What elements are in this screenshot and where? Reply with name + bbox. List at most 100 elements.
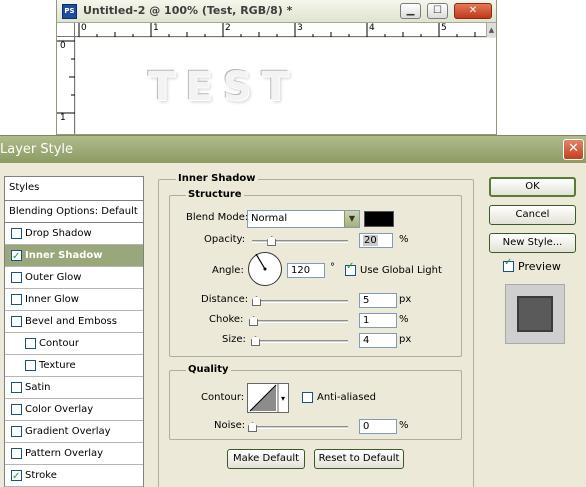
noise-label: Noise: [214,420,246,431]
quality-group [169,370,462,440]
style-item-checkbox[interactable] [11,316,22,327]
style-item-pattern-overlay[interactable]: Pattern Overlay [5,443,143,465]
style-item-checkbox[interactable] [11,294,22,305]
opacity-input[interactable]: 20 [359,233,393,248]
ok-button[interactable]: OK [489,177,576,197]
style-item-contour[interactable]: Contour [5,333,143,355]
document-titlebar[interactable]: PS Untitled-2 @ 100% (Test, RGB/8) * ▁ ☐… [57,0,496,23]
structure-title: Structure [186,189,244,200]
anti-aliased-label[interactable]: Anti-aliased [317,392,376,403]
size-slider[interactable] [252,340,348,343]
style-item-label: Pattern Overlay [25,448,104,459]
style-item-label: Outer Glow [25,272,82,283]
use-global-light-label[interactable]: Use Global Light [360,265,442,276]
cancel-button[interactable]: Cancel [489,205,576,225]
dialog-close-button[interactable]: ✕ [563,139,584,160]
chevron-down-icon: ▼ [344,211,359,227]
make-default-button[interactable]: Make Default [227,449,305,469]
style-item-drop-shadow[interactable]: Drop Shadow [5,223,143,245]
distance-slider[interactable] [252,300,348,303]
anti-aliased-checkbox[interactable] [302,392,313,403]
dialog-titlebar[interactable]: Layer Style ✕ [0,136,586,163]
opacity-unit: % [399,234,409,245]
style-preview-swatch [517,296,553,332]
style-item-inner-glow[interactable]: Inner Glow [5,289,143,311]
ruler-tick-label: 1 [60,113,66,123]
noise-slider[interactable] [252,426,348,429]
distance-unit: px [399,294,412,305]
style-item-label: Gradient Overlay [25,426,111,437]
size-unit: px [399,334,412,345]
style-item-checkbox[interactable] [11,382,22,393]
choke-unit: % [399,314,409,325]
style-item-checkbox[interactable] [11,466,22,487]
angle-unit: ° [330,262,335,273]
use-global-light-checkbox[interactable] [345,261,356,276]
horizontal-ruler[interactable]: 0 1 2 3 4 5 [75,23,486,37]
contour-curve-icon: ▾ [249,384,285,412]
styles-header[interactable]: Styles [5,177,143,201]
choke-label: Choke: [209,314,244,325]
style-item-label: Stroke [25,470,57,481]
ruler-tick-label: 0 [60,41,66,51]
style-preview [505,284,565,344]
style-item-color-overlay[interactable]: Color Overlay [5,399,143,421]
canvas-text-layer: TEST [148,64,299,110]
style-item-inner-shadow[interactable]: Inner Shadow [5,245,143,267]
shadow-color-swatch[interactable] [364,211,394,227]
style-item-stroke[interactable]: Stroke [5,465,143,487]
contour-label: Contour: [201,392,245,403]
distance-label: Distance: [201,294,249,305]
distance-input[interactable]: 5 [359,293,397,308]
styles-list: Styles Blending Options: Default Drop Sh… [4,176,144,487]
style-item-checkbox[interactable] [11,448,22,459]
ruler-origin[interactable] [57,23,75,37]
choke-slider[interactable] [252,320,348,323]
blend-mode-value: Normal [251,213,288,224]
style-item-checkbox[interactable] [25,360,36,371]
style-item-checkbox[interactable] [11,246,22,267]
minimize-button[interactable]: ▁ [400,3,421,19]
opacity-label: Opacity: [204,234,246,245]
style-item-checkbox[interactable] [11,272,22,283]
vertical-ruler[interactable]: 0 1 [57,37,75,134]
preview-checkbox[interactable] [503,257,514,272]
style-item-checkbox[interactable] [11,228,22,239]
scroll-up-arrow-icon[interactable]: ▲ [486,23,496,37]
reset-to-default-button[interactable]: Reset to Default [314,449,404,469]
style-item-texture[interactable]: Texture [5,355,143,377]
ruler-tick-label: 5 [441,23,447,33]
ruler-ticks-horizontal [78,23,476,37]
style-item-checkbox[interactable] [25,338,36,349]
preview-label[interactable]: Preview [518,260,561,273]
style-item-label: Inner Glow [25,294,79,305]
style-item-bevel-and-emboss[interactable]: Bevel and Emboss [5,311,143,333]
style-item-label: Satin [25,382,51,393]
style-item-checkbox[interactable] [11,426,22,437]
svg-text:▾: ▾ [281,394,285,403]
style-item-gradient-overlay[interactable]: Gradient Overlay [5,421,143,443]
style-item-label: Contour [39,338,79,349]
size-input[interactable]: 4 [359,333,397,348]
style-item-satin[interactable]: Satin [5,377,143,399]
opacity-slider[interactable] [252,240,348,243]
opacity-value: 20 [363,235,378,246]
style-item-checkbox[interactable] [11,404,22,415]
angle-input[interactable]: 120 [287,263,325,278]
angle-dial[interactable] [248,252,282,286]
layer-style-dialog: Layer Style ✕ Styles Blending Options: D… [0,135,586,487]
noise-input[interactable]: 0 [359,419,397,434]
document-canvas[interactable]: TEST [76,38,496,134]
blend-mode-select[interactable]: Normal ▼ [247,210,360,228]
style-item-label: Bevel and Emboss [25,316,117,327]
style-item-outer-glow[interactable]: Outer Glow [5,267,143,289]
blending-options-item[interactable]: Blending Options: Default [5,201,143,223]
document-title: Untitled-2 @ 100% (Test, RGB/8) * [83,4,293,17]
choke-input[interactable]: 1 [359,313,397,328]
new-style-button[interactable]: New Style... [489,233,576,253]
section-title: Inner Shadow [176,173,258,184]
maximize-button[interactable]: ☐ [427,3,448,19]
style-item-label: Inner Shadow [25,250,103,261]
contour-picker[interactable]: ▾ [247,383,289,413]
document-close-button[interactable]: ✕ [454,3,492,19]
